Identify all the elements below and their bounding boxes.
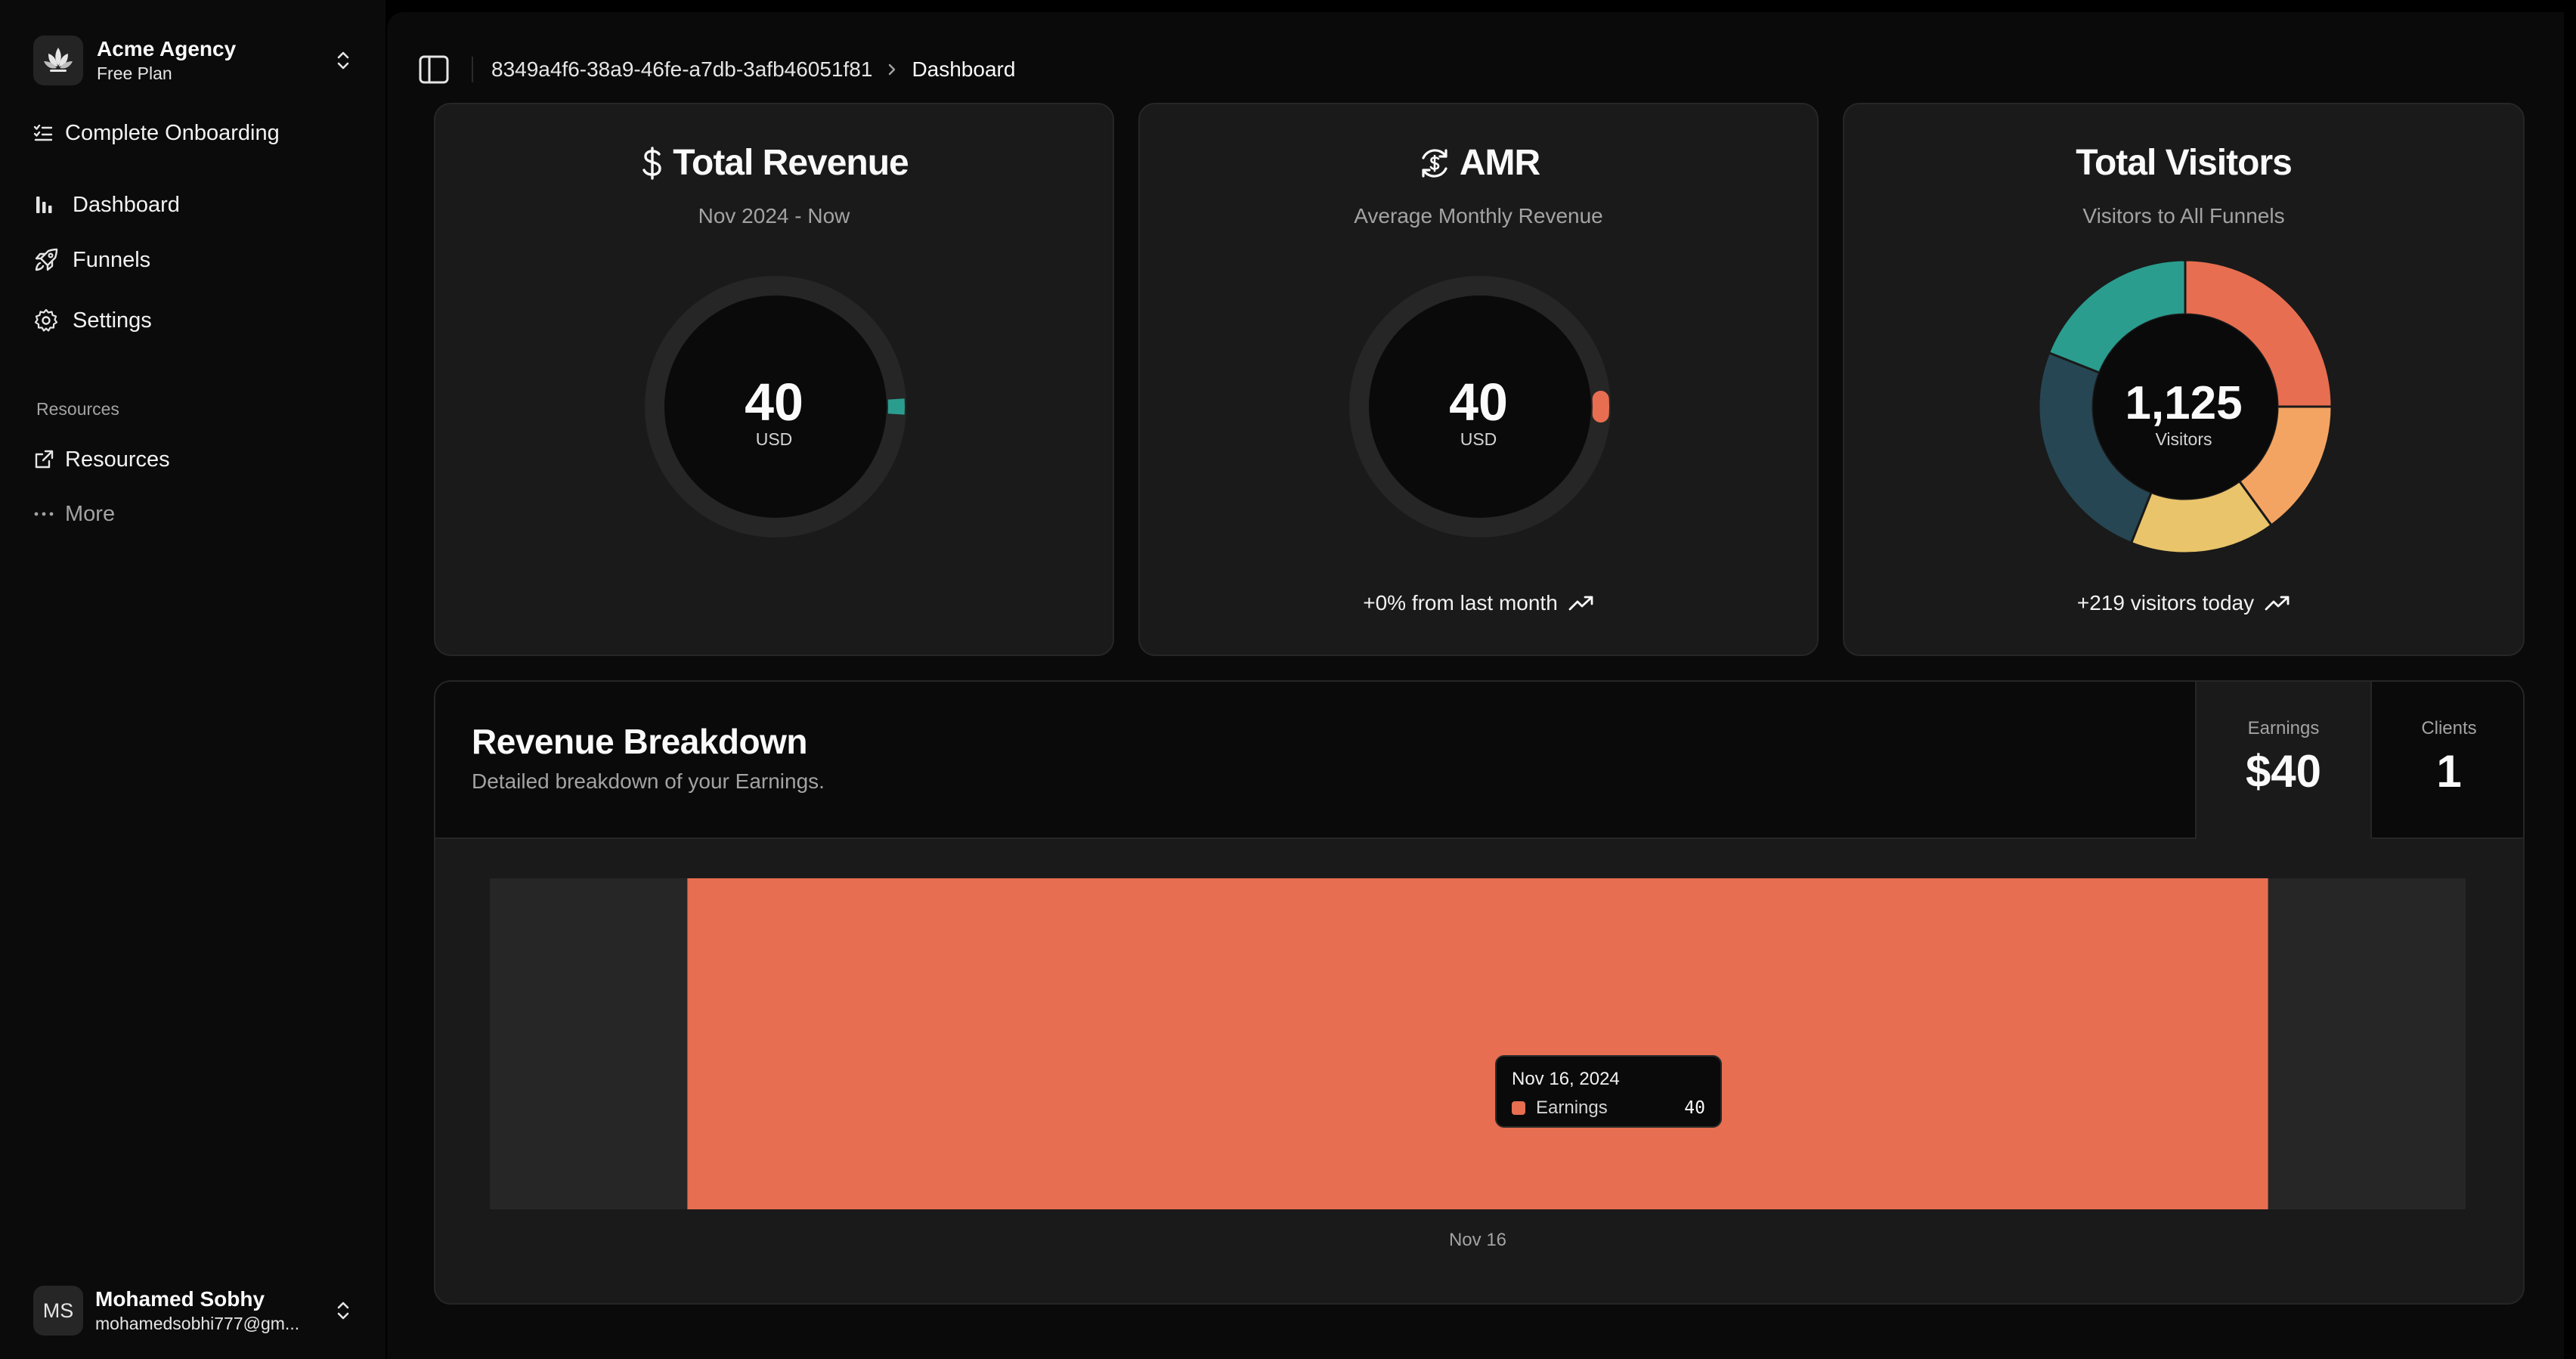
chevron-right-icon: [886, 61, 898, 78]
gear-icon: [33, 305, 63, 336]
revenue-unit: USD: [755, 429, 793, 449]
bar-chart-icon: [33, 190, 63, 220]
stat-clients[interactable]: Clients 1: [2370, 682, 2523, 839]
user-menu[interactable]: MS Mohamed Sobhy mohamedsobhi777@gm...: [33, 1279, 358, 1342]
breadcrumb-project[interactable]: 8349a4f6-38a9-46fe-a7db-3afb46051f81: [491, 57, 872, 82]
complete-onboarding-label: Complete Onboarding: [65, 120, 280, 145]
team-plan: Free Plan: [97, 63, 172, 83]
amr-unit: USD: [1460, 429, 1497, 449]
breadcrumb-page: Dashboard: [912, 57, 1016, 81]
team-switcher[interactable]: Acme Agency Free Plan: [33, 29, 358, 92]
tooltip-swatch: [1512, 1101, 1525, 1115]
trending-up-icon: [2265, 595, 2290, 611]
top-bar: 8349a4f6-38a9-46fe-a7db-3afb46051f81 Das…: [387, 30, 2564, 109]
total-revenue-card: Total Revenue Nov 2024 - Now 40 USD: [434, 103, 1114, 656]
breakdown-subtitle: Detailed breakdown of your Earnings.: [472, 769, 825, 793]
x-tick-label: Nov 16: [1449, 1230, 1506, 1250]
tooltip-value: 40: [1684, 1098, 1705, 1118]
sidebar-item-label: More: [65, 501, 116, 526]
amr-footer: +0% from last month: [1140, 591, 1817, 615]
sidebar-item-label: Resources: [65, 447, 170, 472]
sidebar-item-dashboard[interactable]: Dashboard: [33, 182, 358, 228]
chart-tooltip: Nov 16, 2024 Earnings 40: [1495, 1055, 1722, 1128]
topbar-divider: [472, 57, 473, 82]
total-visitors-card: Total Visitors Visitors to All Funnels 1…: [1843, 103, 2525, 656]
chevrons-up-down-icon: [328, 1296, 358, 1326]
team-name: Acme Agency: [97, 37, 237, 60]
visitors-unit: Visitors: [2155, 429, 2212, 449]
revenue-value: 40: [745, 373, 803, 432]
avatar: MS: [33, 1286, 83, 1336]
sidebar-item-label: Funnels: [73, 247, 151, 272]
sidebar-item-resources[interactable]: Resources: [33, 437, 358, 482]
revenue-bar-chart: Nov 16: [490, 878, 2466, 1250]
main-content: 8349a4f6-38a9-46fe-a7db-3afb46051f81 Das…: [387, 12, 2564, 1359]
tooltip-date: Nov 16, 2024: [1512, 1069, 1620, 1089]
sidebar: Acme Agency Free Plan Complete Onboardin…: [0, 0, 385, 1359]
tooltip-series: Earnings: [1536, 1097, 1608, 1118]
amr-value: 40: [1449, 373, 1508, 432]
user-email: mohamedsobhi777@gm...: [95, 1314, 300, 1333]
user-name: Mohamed Sobhy: [95, 1287, 265, 1311]
stat-label: Clients: [2421, 718, 2477, 738]
team-logo: [33, 36, 83, 85]
external-link-icon: [33, 444, 56, 475]
sidebar-item-settings[interactable]: Settings: [33, 298, 358, 343]
breakdown-header: Revenue Breakdown Detailed breakdown of …: [435, 682, 2523, 839]
visitors-value: 1,125: [2125, 377, 2243, 429]
amr-card: AMR Average Monthly Revenue 40 USD +0% f…: [1138, 103, 1819, 656]
sidebar-toggle-button[interactable]: [414, 50, 454, 89]
more-dots-icon: [33, 499, 56, 529]
sidebar-item-more[interactable]: More: [33, 491, 358, 537]
chevrons-up-down-icon: [328, 45, 358, 76]
rocket-icon: [33, 245, 63, 275]
checklist-icon: [33, 118, 56, 148]
breakdown-title: Revenue Breakdown: [472, 722, 807, 761]
bar-earnings[interactable]: [687, 878, 2268, 1209]
resources-group-label: Resources: [36, 399, 119, 419]
breadcrumb: 8349a4f6-38a9-46fe-a7db-3afb46051f81 Das…: [491, 57, 1015, 82]
lotus-logo-icon: [44, 48, 73, 72]
visitors-footer: +219 visitors today: [1844, 591, 2523, 615]
trending-up-icon: [1568, 595, 1594, 611]
stat-value: 1: [2436, 746, 2462, 797]
sidebar-item-label: Dashboard: [73, 192, 180, 217]
complete-onboarding-link[interactable]: Complete Onboarding: [33, 110, 358, 156]
revenue-breakdown-card: Revenue Breakdown Detailed breakdown of …: [434, 680, 2525, 1305]
stat-value: $40: [2245, 746, 2322, 797]
stat-earnings[interactable]: Earnings $40: [2195, 682, 2370, 839]
panel-left-icon: [419, 55, 449, 84]
sidebar-item-funnels[interactable]: Funnels: [33, 237, 358, 283]
stat-label: Earnings: [2247, 718, 2320, 738]
sidebar-item-label: Settings: [73, 308, 152, 333]
